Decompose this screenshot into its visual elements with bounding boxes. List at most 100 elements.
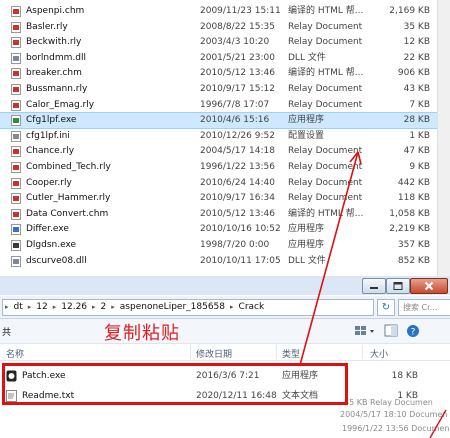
background-scrollbar[interactable] [437,0,450,276]
file-row[interactable]: cfg1lpf.ini 2010/12/26 9:52 配置设置 1 KB [0,129,450,144]
file-row[interactable]: breaker.chm 2010/5/12 13:46 编译的 HTML 帮... 9… [0,66,450,81]
address-field[interactable]: ▸ dt ▸ 12 ▸ 12.26 ▸ 2 ▸ aspenoneLiper_185658 ▸ Crac… [2,299,374,316]
file-size: 852 KB [397,255,430,266]
view-options-icon[interactable] [354,324,378,338]
crumb-separator-icon[interactable]: ▸ [51,300,59,315]
file-type: 编译的 HTML 帮... [288,68,364,79]
file-date: 2010/5/12 13:46 [200,208,275,219]
file-type: Relay Document [288,37,363,48]
file-name: Bussmann.rly [26,84,88,94]
maximize-button[interactable] [386,278,410,294]
file-date: 1996/7/8 17:07 [200,99,270,110]
file-icon [11,255,21,267]
file-date: 2010/6/24 14:40 [200,177,275,188]
crumb-separator-icon[interactable]: ▸ [3,300,11,315]
file-row[interactable]: Chance.rly 2004/5/17 14:18 Relay Document 4… [0,144,450,159]
refresh-icon: ↻ [381,302,391,313]
file-type: Relay Document [288,21,363,32]
file-row[interactable]: Basler.rly 2008/8/22 15:35 Relay Document 3… [0,20,450,35]
column-type[interactable]: 类型 [282,347,300,360]
search-input[interactable]: 搜索 Cr... [398,299,450,316]
annotation-copy-paste: 复制粘贴 [104,323,180,344]
breadcrumb-item[interactable]: 2 [98,300,110,315]
column-name[interactable]: 名称 [6,347,24,360]
file-name: Cutler_Hammer.rly [26,193,111,204]
crumb-separator-icon[interactable]: ▸ [109,300,117,315]
file-icon [11,193,21,205]
file-size: 906 KB [397,68,430,79]
file-type: 应用程序 [288,224,325,235]
file-row[interactable]: Data Convert.chm 2010/5/12 13:46 编译的 HTML … [0,207,450,222]
background-file-list: Aspenpi.chm 2009/11/23 15:11 编译的 HTML 帮...… [0,0,450,276]
address-bar: ▸ dt ▸ 12 ▸ 12.26 ▸ 2 ▸ aspenoneLiper_185658 ▸ Crac… [0,296,450,319]
column-date[interactable]: 修改日期 [196,347,232,360]
file-date: 2008/8/22 15:35 [200,21,275,32]
refresh-button[interactable]: ↻ [377,299,395,316]
close-button[interactable] [410,278,448,294]
file-size: 1 KB [409,130,430,141]
text-file-icon [6,390,17,402]
window-titlebar [0,276,450,295]
file-date: 1998/7/20 0:00 [200,240,270,250]
file-icon [11,146,21,158]
crumb-separator-icon[interactable]: ▸ [90,300,98,315]
file-date: 2010/10/16 10:52 [200,224,281,235]
file-name: Readme.txt [22,391,75,401]
file-type: Relay Document [288,177,363,188]
ghost-text: 1996/1/22 13:56 Documen [342,424,450,433]
file-name: Cfg1lpf.exe [26,115,77,126]
breadcrumb-item[interactable]: 12.26 [58,300,90,315]
file-type: DLL 文件 [288,255,326,266]
help-icon[interactable]: ? [406,324,420,338]
breadcrumb-item[interactable]: dt [11,300,26,315]
file-size: 9 KB [409,162,430,172]
file-date: 2010/10/11 17:05 [200,255,281,266]
file-size: 2,169 KB [389,6,430,16]
file-date: 2010/9/17 15:12 [200,84,275,94]
file-type: Relay Document [288,162,363,172]
command-label[interactable]: 共 [2,325,11,338]
crumb-separator-icon[interactable]: ▸ [228,300,236,315]
file-type: Relay Document [288,146,363,157]
preview-pane-icon[interactable] [384,324,398,338]
file-row[interactable]: Dlgdsn.exe 1998/7/20 0:00 应用程序 357 KB [0,238,450,253]
file-row[interactable]: Aspenpi.chm 2009/11/23 15:11 编译的 HTML 帮...… [0,4,450,19]
file-date: 2003/4/3 10:20 [200,37,270,48]
file-size: 22 KB [403,52,430,63]
file-row[interactable]: dscurve08.dll 2010/10/11 17:05 DLL 文件 852 K… [0,254,450,269]
file-row[interactable]: Cutler_Hammer.rly 2010/9/17 16:34 Relay Do… [0,191,450,206]
file-row[interactable]: borlndmm.dll 2001/5/21 23:00 DLL 文件 22 KB [0,51,450,66]
file-size: 118 KB [397,193,430,204]
breadcrumb-item[interactable]: 12 [33,300,50,315]
file-type: 应用程序 [288,240,325,250]
crumb-separator-icon[interactable]: ▸ [26,300,34,315]
file-icon [11,6,21,17]
file-icon [11,130,21,142]
file-row[interactable]: Combined_Tech.rly 1996/1/22 13:56 Relay Do… [0,160,450,175]
file-type: 应用程序 [288,115,325,126]
file-row[interactable]: Differ.exe 2010/10/16 10:52 应用程序 2,219 KB [0,222,450,237]
file-icon [11,240,21,251]
file-size: 43 KB [403,84,430,94]
file-name: Patch.exe [22,371,66,381]
close-icon [424,281,434,291]
file-name: dscurve08.dll [26,255,87,266]
file-date: 2010/4/6 15:16 [200,115,270,126]
file-size: 47 KB [403,146,430,157]
file-icon [11,84,21,95]
minimize-button[interactable] [362,278,386,294]
breadcrumb-item[interactable]: Crack [236,300,268,315]
file-name: Dlgdsn.exe [26,240,77,250]
file-row[interactable]: Beckwith.rly 2003/4/3 10:20 Relay Document… [0,35,450,50]
file-row[interactable]: Bussmann.rly 2010/9/17 15:12 Relay Documen… [0,82,450,97]
breadcrumb-item[interactable]: aspenoneLiper_185658 [117,300,228,315]
file-row[interactable]: Cooper.rly 2010/6/24 14:40 Relay Document 4… [0,176,450,191]
file-type: 配置设置 [288,130,325,141]
file-row[interactable]: Cfg1lpf.exe 2010/4/6 15:16 应用程序 28 KB [0,112,450,130]
file-date: 2016/3/6 7:21 [196,371,260,381]
column-size[interactable]: 大小 [370,347,388,360]
file-row[interactable]: Patch.exe 2016/3/6 7:21 应用程序 18 KB [0,368,450,384]
file-row[interactable]: Calor_Emag.rly 1996/7/8 17:07 Relay Docume… [0,98,450,113]
file-name: Differ.exe [26,224,69,235]
column-header: 名称 修改日期 类型 大小 [0,344,450,361]
